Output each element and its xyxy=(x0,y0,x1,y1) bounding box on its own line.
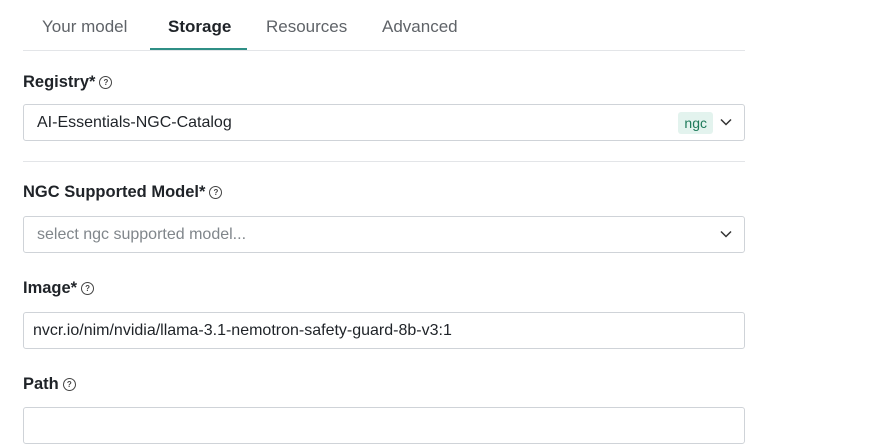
registry-label-row: Registry* ? xyxy=(23,73,113,92)
active-tab-indicator xyxy=(150,48,247,50)
help-icon[interactable]: ? xyxy=(209,186,223,199)
tab-resources[interactable]: Resources xyxy=(266,17,347,37)
tab-your-model[interactable]: Your model xyxy=(42,17,127,37)
help-icon[interactable]: ? xyxy=(81,282,95,295)
ngc-model-placeholder: select ngc supported model... xyxy=(37,226,247,243)
help-icon[interactable]: ? xyxy=(99,76,113,89)
section-divider xyxy=(23,161,745,162)
chevron-down-icon[interactable] xyxy=(720,229,732,239)
registry-label: Registry* xyxy=(23,73,96,91)
path-label-row: Path ? xyxy=(23,375,76,394)
registry-select[interactable]: AI-Essentials-NGC-Catalog ngc xyxy=(23,104,745,141)
ngc-model-label-row: NGC Supported Model* ? xyxy=(23,183,223,202)
tab-advanced[interactable]: Advanced xyxy=(382,17,458,37)
tab-bar: Your model Storage Resources Advanced xyxy=(23,0,745,51)
registry-selected-value: AI-Essentials-NGC-Catalog xyxy=(37,114,232,131)
image-label: Image* xyxy=(23,279,78,297)
image-input-value: nvcr.io/nim/nvidia/llama-3.1-nemotron-sa… xyxy=(33,322,452,339)
chevron-down-icon[interactable] xyxy=(720,117,732,127)
tab-storage[interactable]: Storage xyxy=(168,17,231,37)
path-label: Path xyxy=(23,375,59,393)
image-label-row: Image* ? xyxy=(23,279,95,298)
help-icon[interactable]: ? xyxy=(62,378,76,391)
image-input[interactable]: nvcr.io/nim/nvidia/llama-3.1-nemotron-sa… xyxy=(23,312,745,349)
ngc-model-select[interactable]: select ngc supported model... xyxy=(23,216,745,253)
ngc-model-label: NGC Supported Model* xyxy=(23,183,206,201)
registry-type-badge: ngc xyxy=(678,112,713,134)
